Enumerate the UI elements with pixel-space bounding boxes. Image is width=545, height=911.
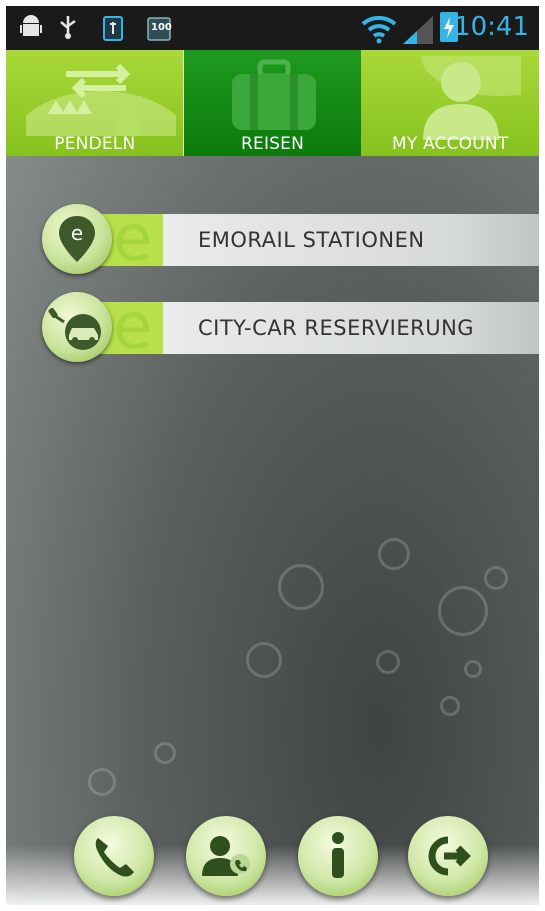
app-screen: 100 10:41 PENDELN REISEN MY ACCOUNT e EM… bbox=[6, 6, 539, 905]
clock: 10:41 bbox=[454, 12, 529, 42]
decor-bubble bbox=[278, 564, 324, 610]
decor-bubble bbox=[88, 768, 116, 796]
decor-bubble bbox=[438, 586, 488, 636]
status-bar: 100 10:41 bbox=[6, 6, 539, 50]
menu-item-emorail-stationen[interactable]: e EMORAIL STATIONEN e bbox=[42, 202, 539, 276]
menu-item-city-car-reservierung[interactable]: e CITY-CAR RESERVIERUNG bbox=[42, 290, 539, 364]
suitcase-icon bbox=[231, 59, 316, 130]
tab-bar: PENDELN REISEN MY ACCOUNT bbox=[6, 50, 539, 156]
tab-label: MY ACCOUNT bbox=[391, 134, 509, 154]
battery-app-icon bbox=[102, 14, 124, 50]
android-debug-icon bbox=[20, 14, 42, 48]
menu-item-bar: e CITY-CAR RESERVIERUNG bbox=[98, 290, 539, 364]
decor-bubble bbox=[154, 742, 176, 764]
contact-call-button[interactable] bbox=[186, 816, 266, 896]
decor-bubble bbox=[378, 538, 410, 570]
user-icon bbox=[421, 56, 522, 140]
decor-bubble bbox=[484, 566, 508, 590]
phone-icon bbox=[95, 838, 134, 877]
decor-bubble bbox=[440, 696, 460, 716]
location-pin-e-icon: e bbox=[42, 204, 112, 274]
contact-call-icon bbox=[202, 836, 250, 876]
decor-bubble bbox=[246, 642, 282, 678]
wifi-icon bbox=[361, 12, 397, 48]
svg-text:e: e bbox=[71, 221, 83, 245]
info-icon bbox=[332, 832, 344, 878]
tab-my-account[interactable]: MY ACCOUNT bbox=[361, 50, 539, 156]
tab-pendeln[interactable]: PENDELN bbox=[6, 50, 184, 156]
menu-item-bar: e EMORAIL STATIONEN bbox=[98, 202, 539, 276]
tab-reisen[interactable]: REISEN bbox=[183, 50, 362, 156]
e-logo-mark: e bbox=[113, 290, 153, 364]
commute-icon bbox=[26, 63, 176, 136]
signal-icon bbox=[403, 16, 435, 48]
usb-icon bbox=[58, 14, 78, 48]
decor-bubble bbox=[376, 650, 400, 674]
info-button[interactable] bbox=[298, 816, 378, 896]
car-key-icon bbox=[42, 292, 112, 362]
logout-button[interactable] bbox=[408, 816, 488, 896]
decor-bubble bbox=[464, 660, 482, 678]
e-logo-mark: e bbox=[113, 202, 153, 276]
tab-label: PENDELN bbox=[54, 134, 136, 154]
phone-button[interactable] bbox=[74, 816, 154, 896]
menu-item-label: CITY-CAR RESERVIERUNG bbox=[198, 316, 475, 340]
tab-label: REISEN bbox=[240, 134, 305, 154]
battery-level-text: 100 bbox=[151, 22, 172, 33]
logout-icon bbox=[428, 836, 471, 876]
menu-item-label: EMORAIL STATIONEN bbox=[198, 228, 425, 252]
